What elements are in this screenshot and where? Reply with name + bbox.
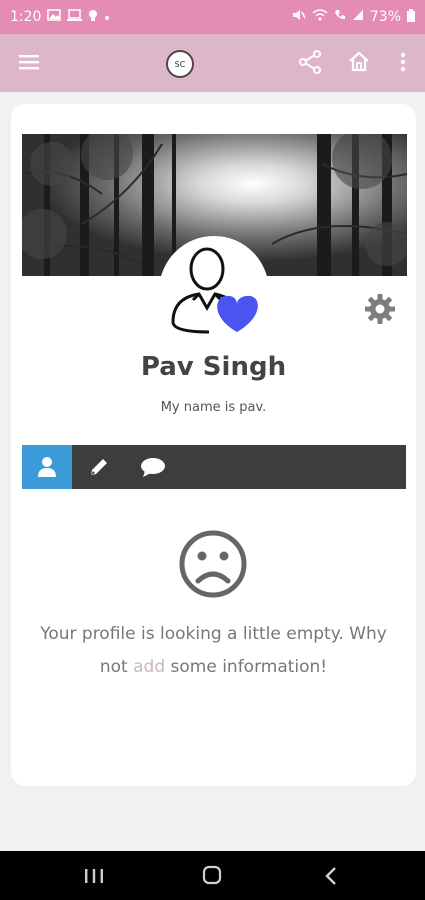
empty-message-prefix: not [99, 657, 134, 677]
empty-message-line2: not add some information! [11, 651, 416, 684]
gear-icon [365, 294, 395, 324]
profile-settings-button[interactable] [364, 293, 396, 325]
system-home-button[interactable] [202, 865, 222, 885]
status-time: 1:20 [10, 9, 42, 25]
profile-bio: My name is pav. [160, 400, 267, 415]
profile-card: Pav Singh My name is pav. Your profile i… [11, 104, 416, 786]
empty-profile-message: Your profile is looking a little empty. … [11, 618, 416, 684]
system-nav-bar [0, 851, 425, 900]
wifi-icon [312, 9, 328, 25]
bulb-notification-icon [88, 9, 98, 26]
speech-bubble-icon [141, 458, 165, 477]
recent-apps-icon [85, 869, 103, 883]
share-button[interactable] [298, 49, 322, 75]
home-pill-icon [202, 865, 222, 885]
pencil-icon [91, 459, 107, 475]
chevron-left-icon [325, 867, 336, 885]
volte-call-icon [334, 9, 346, 25]
home-button[interactable] [347, 49, 371, 75]
more-options-button[interactable] [396, 49, 410, 75]
tab-edit[interactable] [72, 445, 126, 489]
battery-percent: 73% [369, 9, 401, 25]
battery-icon [407, 8, 415, 26]
gallery-notification-icon [47, 9, 62, 25]
user-avatar-icon [171, 247, 258, 334]
home-icon [349, 51, 369, 72]
sad-face-icon [178, 529, 248, 599]
dot-notification-icon [104, 9, 110, 25]
tab-comments[interactable] [126, 445, 180, 489]
empty-message-suffix: some information! [165, 657, 328, 677]
share-icon [299, 50, 321, 74]
app-bar: SC [0, 34, 425, 92]
signal-icon [352, 9, 364, 25]
avatar[interactable] [159, 236, 269, 346]
laptop-notification-icon [67, 9, 83, 25]
hamburger-menu-icon [19, 55, 39, 70]
app-logo-text: SC [174, 59, 186, 69]
profile-name: Pav Singh [140, 352, 287, 382]
mute-icon [292, 9, 306, 25]
status-right: 73% [292, 8, 415, 26]
recent-apps-button[interactable] [82, 866, 106, 886]
add-information-link[interactable]: add [133, 657, 165, 677]
profile-tab-bar [22, 445, 406, 489]
more-vertical-icon [400, 52, 406, 72]
empty-message-line1: Your profile is looking a little empty. … [40, 624, 387, 644]
app-logo[interactable]: SC [166, 50, 194, 78]
person-icon [38, 457, 56, 477]
menu-button[interactable] [18, 50, 42, 74]
status-bar: 1:20 73% [0, 0, 425, 34]
back-button[interactable] [322, 865, 340, 887]
status-left: 1:20 [10, 9, 110, 26]
tab-profile-info[interactable] [22, 445, 72, 489]
